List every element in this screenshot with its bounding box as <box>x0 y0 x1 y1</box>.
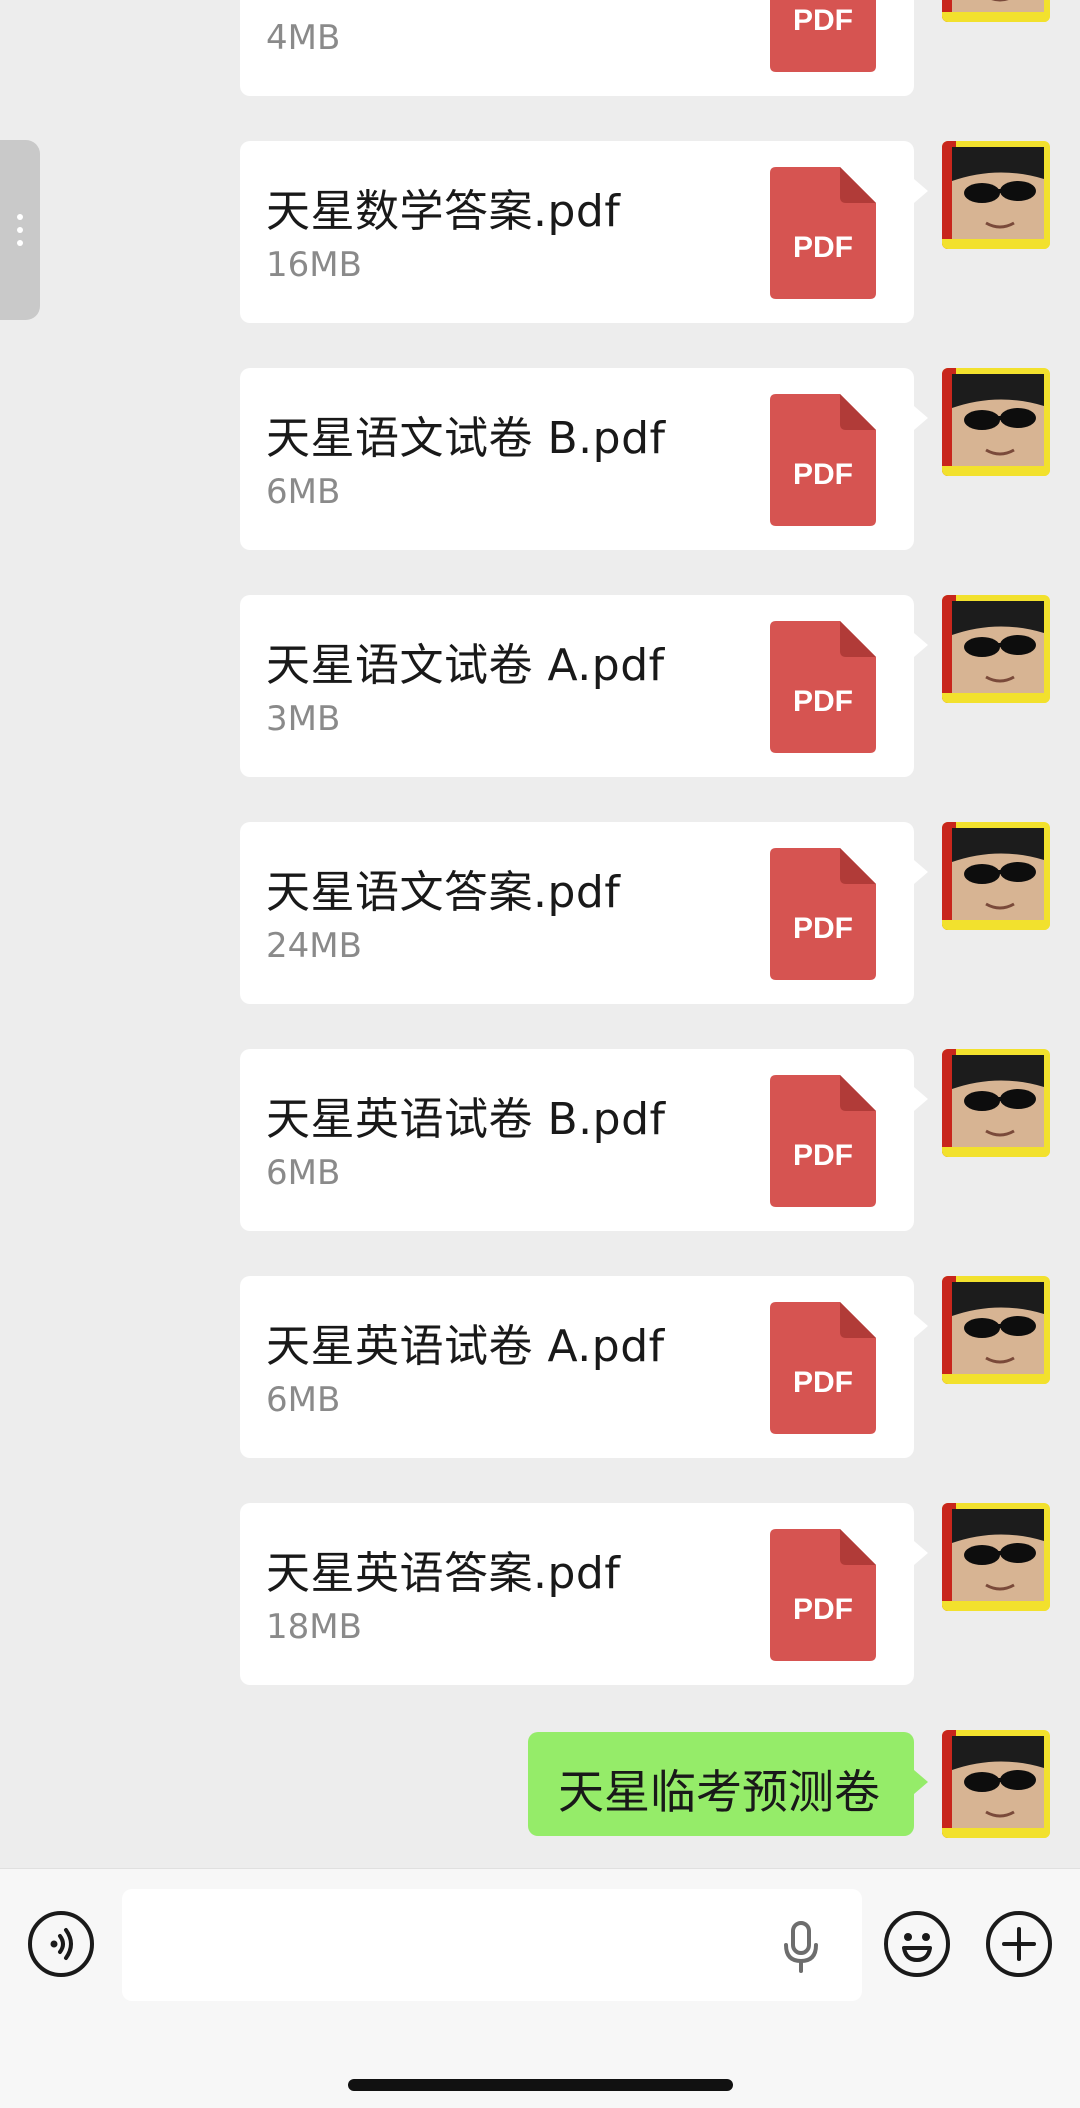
text-message-bubble[interactable]: 天星临考预测卷 <box>528 1732 928 1836</box>
file-size: 6MB <box>266 472 341 512</box>
file-card[interactable]: 天星语文答案.pdf 24MB PDF <box>240 822 928 1004</box>
svg-text:PDF: PDF <box>793 4 853 37</box>
pdf-file-icon: PDF <box>770 1302 876 1434</box>
file-size: 16MB <box>266 245 362 285</box>
pdf-file-icon: PDF <box>770 848 876 980</box>
pdf-file-icon: PDF <box>770 621 876 753</box>
file-card[interactable]: 天星语文试卷 A.pdf 3MB PDF <box>240 595 928 777</box>
svg-text:PDF: PDF <box>793 1139 853 1172</box>
voice-icon[interactable] <box>28 1911 94 1977</box>
side-drawer-handle[interactable] <box>0 140 40 320</box>
file-size: 6MB <box>266 1153 341 1193</box>
file-name: 天星英语试卷 B.pdf <box>266 1094 666 1145</box>
file-card[interactable]: 天星数学答案.pdf 16MB PDF <box>240 141 928 323</box>
avatar[interactable] <box>942 1503 1050 1611</box>
file-card[interactable]: 天星语文试卷 B.pdf 6MB PDF <box>240 368 928 550</box>
svg-text:PDF: PDF <box>793 1593 853 1626</box>
message-text: 天星临考预测卷 <box>558 1765 880 1819</box>
pdf-file-icon: PDF <box>770 167 876 299</box>
file-card[interactable]: 天星英语试卷 B.pdf 6MB PDF <box>240 1049 928 1231</box>
file-message[interactable]: 天星数学答案.pdf 16MB PDF <box>240 141 928 323</box>
emoji-icon[interactable] <box>884 1911 950 1977</box>
plus-icon[interactable] <box>986 1911 1052 1977</box>
avatar[interactable] <box>942 0 1050 22</box>
file-name: 天星英语试卷 A.pdf <box>266 1321 665 1372</box>
file-name: 天星数学答案.pdf <box>266 186 621 237</box>
avatar[interactable] <box>942 1276 1050 1384</box>
file-card[interactable]: 天星英语答案.pdf 18MB PDF <box>240 1503 928 1685</box>
file-message[interactable]: 天星英语答案.pdf 18MB PDF <box>240 1503 928 1685</box>
pdf-file-icon: PDF <box>770 0 876 72</box>
file-size: 4MB <box>266 18 341 58</box>
svg-text:PDF: PDF <box>793 685 853 718</box>
avatar[interactable] <box>942 822 1050 930</box>
file-name: 天星英语答案.pdf <box>266 1548 621 1599</box>
file-name: 天星语文试卷 B.pdf <box>266 413 666 464</box>
file-message[interactable]: 天星语文答案.pdf 24MB PDF <box>240 822 928 1004</box>
file-message[interactable]: 天星英语试卷 B.pdf 6MB PDF <box>240 1049 928 1231</box>
avatar[interactable] <box>942 368 1050 476</box>
svg-text:PDF: PDF <box>793 1366 853 1399</box>
avatar[interactable] <box>942 141 1050 249</box>
file-card[interactable]: 天星英语试卷 A.pdf 6MB PDF <box>240 1276 928 1458</box>
microphone-icon[interactable] <box>780 1921 822 1973</box>
file-size: 18MB <box>266 1607 362 1647</box>
file-message[interactable]: 天星语文试卷 A.pdf 3MB PDF <box>240 595 928 777</box>
avatar[interactable] <box>942 595 1050 703</box>
avatar[interactable] <box>942 1730 1050 1838</box>
file-message[interactable]: 天星英语试卷 A.pdf 6MB PDF <box>240 1276 928 1458</box>
file-message[interactable]: 天星语文试卷 B.pdf 6MB PDF <box>240 368 928 550</box>
message-input[interactable] <box>122 1889 862 2001</box>
chat-message-list[interactable]: 4MB PDF 天星数学答案.pdf 16MB PDF 天星语文试卷 B.pdf… <box>0 0 1080 1868</box>
avatar[interactable] <box>942 1049 1050 1157</box>
file-name: 天星语文试卷 A.pdf <box>266 640 665 691</box>
file-size: 3MB <box>266 699 341 739</box>
home-indicator[interactable] <box>348 2079 733 2091</box>
file-message[interactable]: 4MB PDF <box>240 0 914 96</box>
file-size: 24MB <box>266 926 362 966</box>
file-card[interactable]: 4MB PDF <box>240 0 914 96</box>
svg-text:PDF: PDF <box>793 912 853 945</box>
file-name: 天星语文答案.pdf <box>266 867 621 918</box>
input-bar <box>0 1868 1080 2108</box>
pdf-file-icon: PDF <box>770 394 876 526</box>
svg-text:PDF: PDF <box>793 231 853 264</box>
svg-text:PDF: PDF <box>793 458 853 491</box>
pdf-file-icon: PDF <box>770 1075 876 1207</box>
file-size: 6MB <box>266 1380 341 1420</box>
pdf-file-icon: PDF <box>770 1529 876 1661</box>
